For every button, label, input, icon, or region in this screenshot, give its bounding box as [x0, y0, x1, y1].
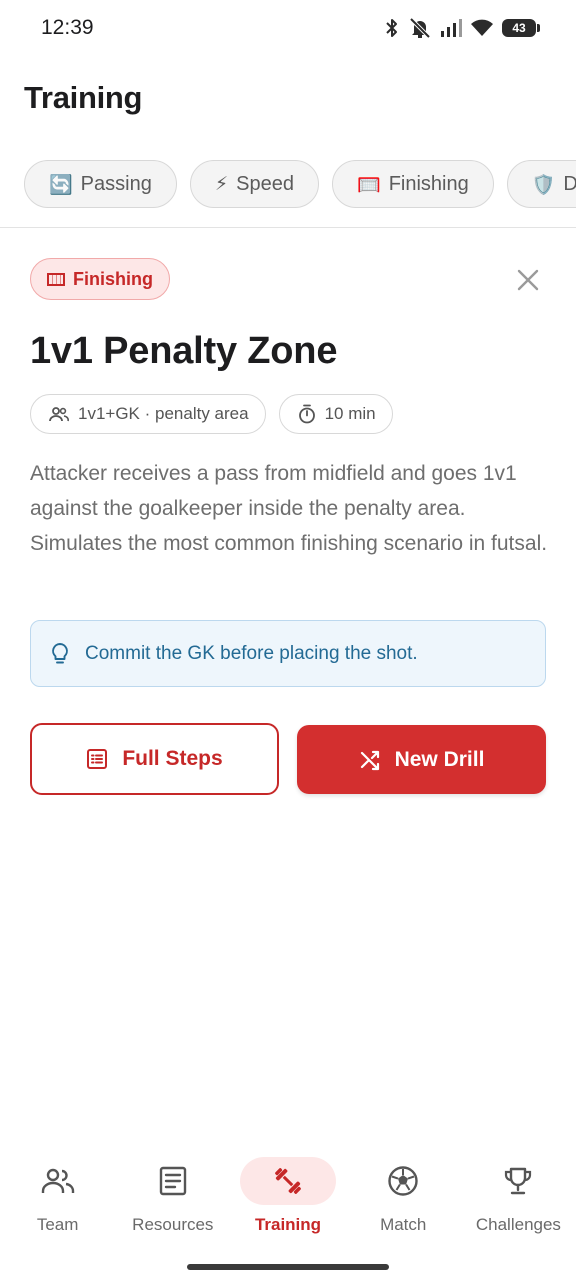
goal-net-icon: 🥅	[357, 173, 381, 196]
dumbbell-icon	[275, 1168, 301, 1194]
status-bar: 12:39 43	[0, 0, 576, 56]
signal-icon	[441, 19, 462, 37]
tip-text: Commit the GK before placing the shot.	[85, 642, 418, 664]
team-icon	[41, 1168, 74, 1193]
goal-net-icon	[47, 272, 65, 286]
nav-label-training: Training	[254, 1215, 322, 1234]
divider	[0, 227, 576, 228]
drill-description: Attacker receives a pass from midfield a…	[30, 462, 548, 555]
chip-label: Passing	[80, 172, 152, 195]
duration-text: 10 min	[324, 404, 376, 423]
chip-label: Finishing	[388, 172, 469, 195]
drill-category-label: Finishing	[73, 268, 153, 289]
chip-label: De	[563, 172, 576, 195]
lightbulb-icon	[52, 642, 68, 663]
status-time: 12:39	[41, 16, 94, 39]
nav-label-match: Match	[380, 1215, 427, 1234]
full-steps-label: Full Steps	[122, 747, 223, 770]
drill-category-badge: Finishing	[30, 258, 170, 300]
bluetooth-icon	[386, 19, 397, 37]
shield-icon: 🛡️	[531, 173, 556, 196]
nav-label-team: Team	[36, 1215, 79, 1234]
nav-item-team[interactable]: Team	[0, 1140, 115, 1250]
chip-passing[interactable]: 🔄 Passing	[24, 160, 177, 208]
close-button[interactable]	[512, 264, 544, 296]
chip-label: Speed	[236, 172, 295, 195]
new-drill-button[interactable]: New Drill	[297, 725, 546, 794]
chip-finishing[interactable]: 🥅 Finishing	[332, 160, 494, 208]
chip-defending[interactable]: 🛡️ De	[506, 160, 576, 208]
nav-label-resources: Resources	[132, 1215, 214, 1234]
drill-title: 1v1 Penalty Zone	[30, 330, 338, 372]
bell-muted-icon	[409, 17, 431, 39]
page-title: Training	[24, 80, 143, 115]
status-icons: 43	[384, 16, 540, 40]
nav-item-resources[interactable]: Resources	[115, 1140, 230, 1250]
new-drill-label: New Drill	[394, 747, 485, 771]
lightning-icon: ⚡	[214, 173, 229, 195]
battery-level: 43	[512, 21, 526, 35]
group-icon	[49, 407, 69, 422]
soccer-ball-icon	[388, 1166, 418, 1196]
battery-icon: 43	[502, 19, 540, 37]
players-text: 1v1+GK · penalty area	[78, 404, 249, 423]
trophy-icon	[505, 1167, 532, 1195]
full-steps-button[interactable]: Full Steps	[30, 723, 279, 795]
chip-speed[interactable]: ⚡ Speed	[189, 160, 320, 208]
resources-icon	[159, 1166, 186, 1196]
drill-meta: 1v1+GK · penalty area 10 min	[30, 394, 393, 434]
shuffle-icon	[360, 750, 379, 770]
list-icon	[87, 749, 108, 769]
category-chips: 🔄 Passing ⚡ Speed 🥅 Finishing 🛡️ De	[24, 160, 576, 210]
nav-item-challenges[interactable]: Challenges	[461, 1140, 576, 1250]
nav-label-challenges: Challenges	[475, 1215, 561, 1234]
wifi-icon	[471, 19, 493, 36]
timer-icon	[298, 404, 315, 424]
nav-item-training[interactable]: Training	[230, 1140, 345, 1250]
tip-box: Commit the GK before placing the shot.	[30, 620, 546, 687]
bottom-nav: Team Resources Training Match Challenges	[0, 1140, 576, 1250]
home-indicator	[187, 1264, 389, 1270]
refresh-icon: 🔄	[49, 173, 73, 196]
players-chip: 1v1+GK · penalty area	[30, 394, 266, 434]
close-icon	[517, 269, 539, 291]
duration-chip: 10 min	[278, 394, 393, 434]
nav-item-match[interactable]: Match	[346, 1140, 461, 1250]
